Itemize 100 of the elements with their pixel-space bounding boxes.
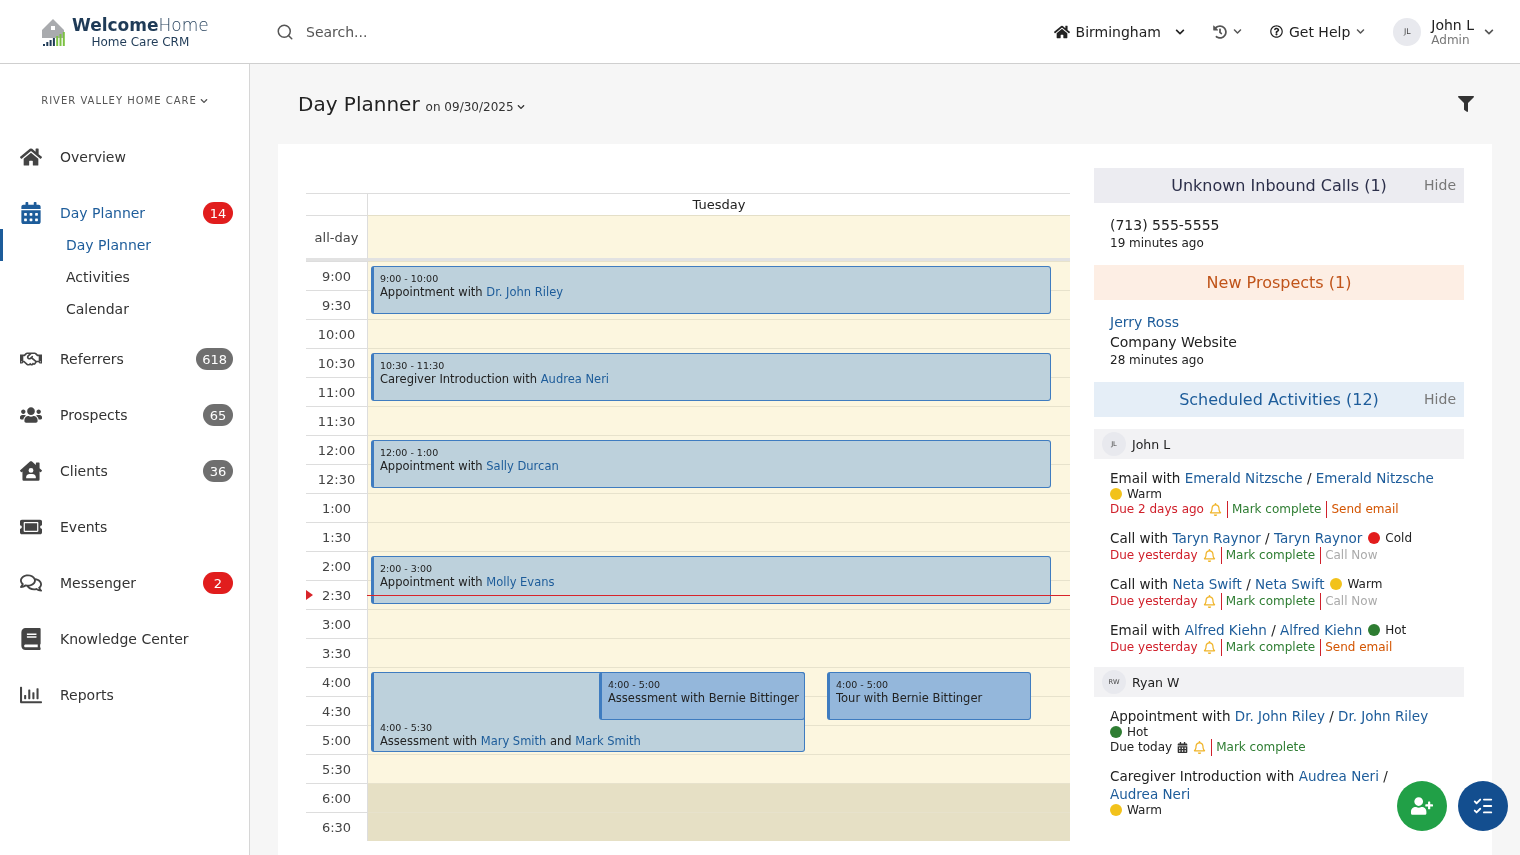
help-icon <box>1269 25 1283 38</box>
snooze-bell-icon[interactable] <box>1208 503 1222 516</box>
temperature-label: Hot <box>1385 623 1407 637</box>
location-dropdown[interactable]: Birmingham <box>1053 23 1185 40</box>
contact-link[interactable]: Neta Swift <box>1172 576 1242 592</box>
time-label: 1:30 <box>306 522 367 551</box>
contact-link[interactable]: Mark Smith <box>575 734 641 748</box>
nav-item[interactable]: Clients 36 <box>0 443 249 499</box>
snooze-bell-icon[interactable] <box>1202 595 1216 608</box>
history-dropdown[interactable] <box>1212 24 1242 39</box>
user-name: John L <box>1431 16 1474 33</box>
time-label: 3:00 <box>306 609 367 638</box>
event-time: 4:00 - 5:00 <box>608 678 662 691</box>
section-title: Scheduled Activities (12) <box>1179 390 1379 409</box>
event-title: Assessment with Bernie Bittinger <box>608 691 798 706</box>
current-time-marker-icon <box>306 590 313 600</box>
nav-item[interactable]: Reports <box>0 667 249 723</box>
activity-title: Email with Emerald Nitzsche / Emerald Nitzsche <box>1110 469 1434 487</box>
count-badge: 65 <box>203 404 233 426</box>
contact-link[interactable]: Emerald Nitzsche <box>1315 470 1434 486</box>
chevron-down-icon <box>1174 26 1185 37</box>
activity-action-link[interactable]: Mark complete <box>1220 593 1316 610</box>
contact-link[interactable]: Dr. John Riley <box>1338 708 1429 724</box>
time-ago: 19 minutes ago <box>1110 235 1205 252</box>
date-dropdown[interactable]: on 09/30/2025 <box>425 100 525 114</box>
chevron-down-icon <box>516 103 525 111</box>
temperature-label: Warm <box>1127 487 1162 501</box>
filter-icon[interactable] <box>1458 96 1474 112</box>
contact-link[interactable]: Taryn Raynor <box>1273 530 1363 546</box>
contact-link[interactable]: Molly Evans <box>486 575 555 589</box>
contact-link[interactable]: Mary Smith <box>480 734 547 748</box>
activity-action-link[interactable]: Mark complete <box>1220 547 1316 564</box>
calendar-icon <box>20 202 42 224</box>
chevron-down-icon[interactable] <box>1484 26 1494 37</box>
time-label: 5:30 <box>306 754 367 783</box>
nav-item[interactable]: Messenger 2 <box>0 555 249 611</box>
activity-action-link[interactable]: Mark complete <box>1220 639 1316 656</box>
activity-action-link[interactable]: Send email <box>1320 639 1393 656</box>
organization-dropdown[interactable]: RIVER VALLEY HOME CARE <box>35 94 214 107</box>
nav-item[interactable]: Referrers 618 <box>0 331 249 387</box>
activity-action-link[interactable]: Mark complete <box>1226 501 1322 518</box>
activity-title: Appointment with Dr. John Riley / Dr. John Riley <box>1110 707 1429 725</box>
contact-link[interactable]: Emerald Nitzsche <box>1184 470 1303 486</box>
event-title: Appointment with Sally Durcan <box>380 459 560 474</box>
event-title: Tour with Bernie Bittinger <box>836 691 984 706</box>
snooze-bell-icon[interactable] <box>1202 641 1216 654</box>
chevron-down-icon <box>199 96 208 105</box>
nav-subitem[interactable]: Calendar <box>0 293 249 325</box>
nav-item[interactable]: Events <box>0 499 249 555</box>
temperature-label: Warm <box>1347 577 1383 591</box>
calendar-event[interactable]: 4:00 - 5:00 Assessment with Bernie Bittinger <box>599 672 805 720</box>
activity-action-link[interactable]: Send email <box>1326 501 1399 518</box>
calendar-event[interactable]: 9:00 - 10:00 Appointment with Dr. John Riley <box>371 266 1051 314</box>
snooze-bell-icon[interactable] <box>1202 549 1216 562</box>
contact-link[interactable]: Alfred Kiehn <box>1184 622 1267 638</box>
nav-item[interactable]: Prospects 65 <box>0 387 249 443</box>
hide-button[interactable]: Hide <box>1424 391 1456 407</box>
time-label: 11:00 <box>306 377 367 406</box>
contact-link[interactable]: Alfred Kiehn <box>1280 622 1363 638</box>
calendar-event[interactable]: 2:00 - 3:00 Appointment with Molly Evans <box>371 556 1051 604</box>
help-dropdown[interactable]: Get Help <box>1269 23 1366 40</box>
time-label: 2:00 <box>306 551 367 580</box>
contact-link[interactable]: Taryn Raynor <box>1172 530 1261 546</box>
snooze-bell-icon[interactable] <box>1193 741 1207 754</box>
time-label: 10:00 <box>306 319 367 348</box>
home-icon <box>1053 23 1070 40</box>
calendar-event[interactable]: 12:00 - 1:00 Appointment with Sally Durcan <box>371 440 1051 488</box>
event-title: Caregiver Introduction with Audrea Neri <box>380 372 611 387</box>
contact-link[interactable]: Audrea Neri <box>540 372 610 386</box>
count-badge: 2 <box>203 572 233 594</box>
nav-item[interactable]: Overview <box>0 129 249 185</box>
calendar-event[interactable]: 10:30 - 11:30 Caregiver Introduction with Audrea Neri <box>371 353 1051 401</box>
history-icon <box>1212 24 1227 39</box>
contact-link[interactable]: Dr. John Riley <box>486 285 564 299</box>
temperature-label: Hot <box>1127 725 1149 739</box>
contact-link[interactable]: Audrea Neri <box>1110 786 1191 802</box>
item-text: (713) 555-5555 <box>1110 216 1221 235</box>
time-label: 9:30 <box>306 290 367 319</box>
user-role: Admin <box>1431 32 1471 47</box>
nav-subitem[interactable]: Activities <box>0 261 249 293</box>
nav-item[interactable]: Knowledge Center <box>0 611 249 667</box>
checklist-button[interactable] <box>1458 781 1508 831</box>
hide-button[interactable]: Hide <box>1424 177 1456 193</box>
contact-link[interactable]: Audrea Neri <box>1298 768 1379 784</box>
activity-title: Call with Neta Swift / Neta Swift <box>1110 575 1325 593</box>
activity-action-link[interactable]: Mark complete <box>1211 739 1306 756</box>
time-label: 1:00 <box>306 493 367 522</box>
prospect-link[interactable]: Jerry Ross <box>1110 312 1448 332</box>
assignee-name: John L <box>1132 436 1171 452</box>
event-title: Appointment with Molly Evans <box>380 575 556 590</box>
contact-link[interactable]: Neta Swift <box>1255 576 1325 592</box>
calendar-event[interactable]: 4:00 - 5:00 Tour with Bernie Bittinger <box>827 672 1031 720</box>
temperature-label: Cold <box>1385 531 1413 545</box>
due-date: Due today <box>1110 739 1173 756</box>
contact-link[interactable]: Dr. John Riley <box>1234 708 1325 724</box>
time-label: 4:00 <box>306 667 367 696</box>
calendar-icon <box>1177 742 1189 753</box>
all-day-slot[interactable] <box>367 215 1070 261</box>
contact-link[interactable]: Sally Durcan <box>486 459 559 473</box>
event-time: 12:00 - 1:00 <box>380 446 440 459</box>
